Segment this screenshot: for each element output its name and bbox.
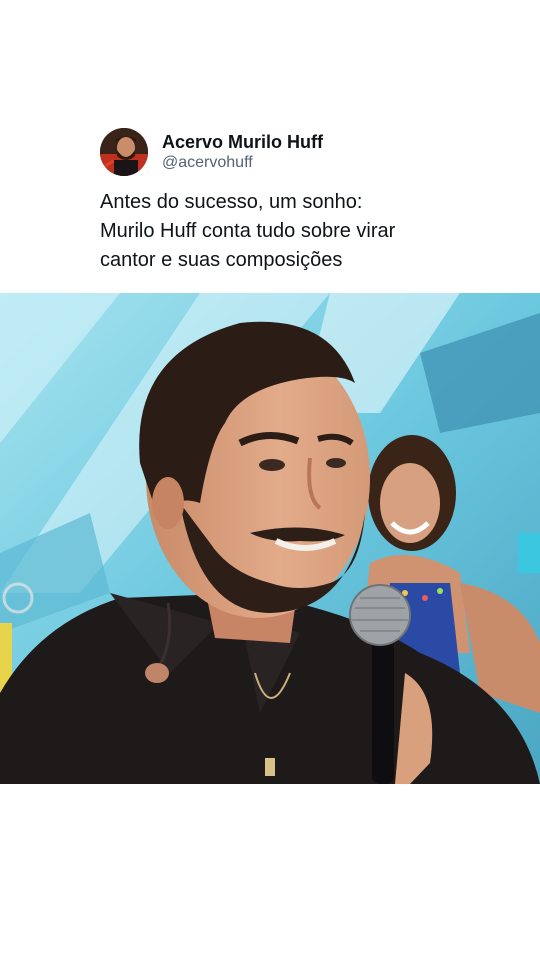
author-display-name[interactable]: Acervo Murilo Huff <box>162 131 323 153</box>
video-frame[interactable] <box>0 293 540 784</box>
author-identity: Acervo Murilo Huff @acervohuff <box>162 131 323 173</box>
post-text-line: Antes do sucesso, um sonho: <box>100 191 363 213</box>
profile-photo-icon <box>100 128 148 176</box>
post-text: Antes do sucesso, um sonho: Murilo Huff … <box>100 188 500 275</box>
author-handle[interactable]: @acervohuff <box>162 153 323 173</box>
avatar[interactable] <box>100 128 148 176</box>
post-text-line: Murilo Huff conta tudo sobre virar <box>100 220 396 242</box>
video-still-image <box>0 293 540 784</box>
post-text-line: cantor e suas composições <box>100 249 343 271</box>
post-header: Acervo Murilo Huff @acervohuff <box>100 128 323 176</box>
